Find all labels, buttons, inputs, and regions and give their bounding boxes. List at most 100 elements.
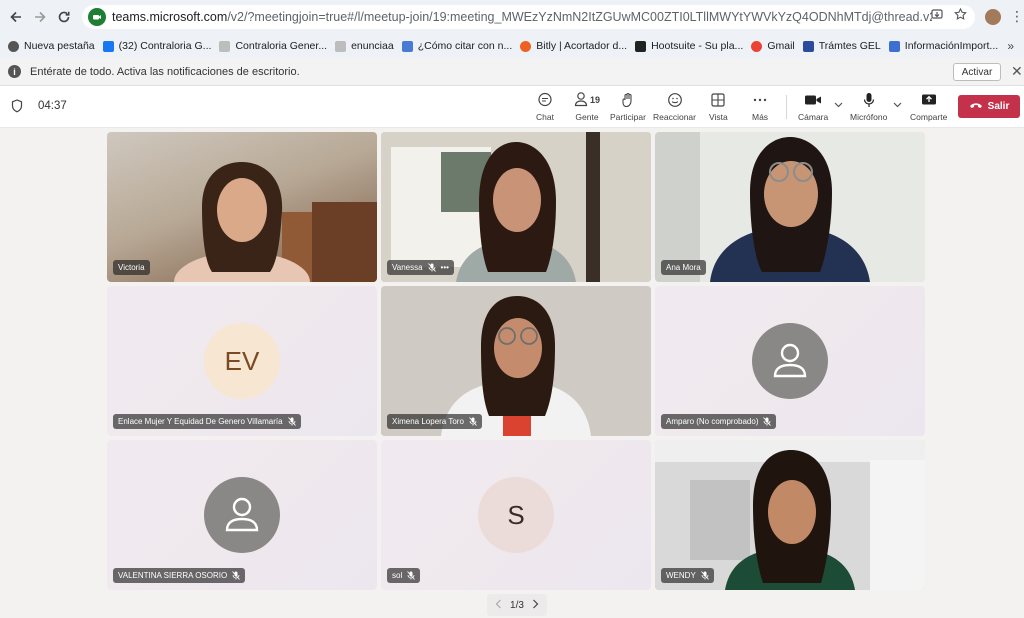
participant-name-tag: WENDY [661, 568, 714, 583]
bookmark-label: Trámtes GEL [818, 40, 881, 52]
bookmark-item[interactable]: Gmail [751, 40, 795, 52]
microphone-options-chevron-icon[interactable] [893, 100, 902, 110]
participant-tile[interactable]: Vanessa ••• [381, 132, 651, 282]
participant-name-tag: VALENTINA SIERRA OSORIO [113, 568, 246, 583]
bookmark-item[interactable]: Hootsuite - Su pla... [635, 40, 743, 52]
microphone-icon [862, 91, 876, 109]
mic-off-icon [763, 417, 772, 426]
bookmark-star-icon[interactable] [954, 7, 967, 24]
raise-hand-button[interactable]: Participar [610, 91, 646, 125]
bookmark-label: Gmail [767, 40, 795, 52]
address-bar[interactable]: teams.microsoft.com/v2/?meetingjoin=true… [82, 5, 975, 29]
bookmark-item[interactable]: InformaciónImport... [888, 40, 998, 52]
mic-off-icon [469, 417, 477, 426]
view-button[interactable]: Vista [709, 91, 728, 125]
info-icon: i [8, 65, 21, 78]
participant-name: Ana Mora [666, 263, 701, 272]
shield-icon[interactable] [11, 99, 23, 118]
participant-initials-avatar: S [478, 477, 554, 553]
bookmark-item[interactable]: Contraloria Gener... [219, 40, 327, 52]
react-button[interactable]: Reaccionar [653, 91, 696, 125]
participant-tile[interactable]: EV Enlace Mujer Y Equidad De Genero Vill… [107, 286, 377, 436]
google-icon [751, 40, 763, 52]
ellipsis-icon [752, 91, 768, 109]
gel-icon [802, 40, 814, 52]
bookmark-item[interactable]: Nueva pestaña [8, 40, 95, 52]
camera-button[interactable]: Cámara [798, 91, 828, 125]
mic-off-icon [232, 571, 241, 580]
bookmark-item[interactable]: ¿Cómo citar con n... [401, 40, 512, 52]
notification-text: Entérate de todo. Activa las notificacio… [30, 65, 300, 78]
forward-icon[interactable] [28, 5, 52, 29]
meeting-toolbar: 04:37 Chat 19 Gente Participar Reacciona… [0, 86, 1024, 128]
participant-tile[interactable]: WENDY [655, 440, 925, 590]
participant-name-tag: sol [387, 568, 421, 583]
bookmark-item[interactable]: Bitly | Acortador d... [520, 40, 627, 52]
more-button[interactable]: Más [752, 91, 768, 125]
bookmark-item[interactable]: enunciaa [335, 40, 394, 52]
participant-name: Victoria [118, 263, 145, 272]
browser-menu-icon[interactable]: ⋮ [1010, 8, 1024, 25]
favicon-icon [335, 40, 347, 52]
bookmark-item[interactable]: Trámtes GEL [802, 40, 881, 52]
leave-label: Salir [987, 101, 1010, 112]
close-icon[interactable]: ✕ [1011, 63, 1023, 80]
participant-tile[interactable]: Amparo (No comprobado) [655, 286, 925, 436]
microphone-button[interactable]: Micrófono [850, 91, 887, 125]
hand-icon [620, 91, 636, 109]
participant-name-tag: Vanessa ••• [387, 260, 454, 275]
react-label: Reaccionar [653, 112, 696, 122]
page-indicator: 1/3 [510, 599, 524, 611]
meeting-timer: 04:37 [38, 100, 67, 112]
default-avatar [752, 323, 828, 399]
notification-banner: i Entérate de todo. Activa las notificac… [0, 58, 1024, 86]
share-icon [921, 91, 937, 109]
people-button[interactable]: 19 Gente [574, 91, 600, 125]
install-app-icon[interactable] [931, 8, 944, 24]
browser-toolbar: teams.microsoft.com/v2/?meetingjoin=true… [0, 0, 1024, 34]
participant-tile[interactable]: Ana Mora [655, 132, 925, 282]
bookmark-label: enunciaa [351, 40, 394, 52]
site-info-icon[interactable] [88, 8, 106, 26]
grid-icon [710, 91, 726, 109]
default-avatar [204, 477, 280, 553]
share-label: Comparte [910, 112, 948, 122]
leave-button[interactable]: Salir [958, 95, 1020, 118]
people-icon [574, 91, 588, 109]
chat-button[interactable]: Chat [536, 91, 554, 125]
mic-off-icon [427, 263, 436, 272]
reload-icon[interactable] [52, 5, 76, 29]
participant-name-tag: Victoria [113, 260, 150, 275]
url-host: teams.microsoft.com [112, 10, 228, 24]
back-icon[interactable] [4, 5, 28, 29]
more-options-icon[interactable]: ••• [441, 263, 449, 272]
meeting-stage: Victoria Vanessa ••• Ana Mora EV Enlace … [0, 128, 1024, 618]
gallery-pager: 1/3 [487, 594, 547, 616]
hootsuite-icon [635, 40, 647, 52]
view-label: Vista [709, 112, 728, 122]
shield-favicon-icon [888, 40, 900, 52]
participant-name-tag: Amparo (No comprobado) [661, 414, 777, 429]
participant-name-tag: Ana Mora [661, 260, 706, 275]
more-bookmarks-icon[interactable]: » [1007, 39, 1014, 53]
participant-tile[interactable]: VALENTINA SIERRA OSORIO [107, 440, 377, 590]
chat-icon [537, 91, 553, 109]
next-page-icon[interactable] [532, 599, 539, 612]
bookmark-label: Hootsuite - Su pla... [651, 40, 744, 52]
phone-hangup-icon [969, 101, 983, 112]
profile-avatar[interactable] [985, 9, 1001, 25]
url-path: /v2/?meetingjoin=true#/l/meetup-join/19:… [227, 10, 932, 24]
camera-options-chevron-icon[interactable] [834, 100, 843, 110]
participant-name-tag: Enlace Mujer Y Equidad De Genero Villama… [113, 414, 301, 429]
bookmark-label: Contraloria Gener... [235, 40, 328, 52]
activate-notifications-button[interactable]: Activar [953, 63, 1001, 81]
participant-tile[interactable]: Ximena Lopera Toro [381, 286, 651, 436]
person-icon [225, 497, 259, 532]
previous-page-icon[interactable] [495, 599, 502, 612]
participant-tile[interactable]: S sol [381, 440, 651, 590]
share-button[interactable]: Comparte [910, 91, 947, 125]
participant-name: Ximena Lopera Toro [392, 417, 464, 426]
participant-tile[interactable]: Victoria [107, 132, 377, 282]
bookmark-item[interactable]: (32) Contraloria G... [102, 40, 211, 52]
person-icon [773, 343, 807, 378]
